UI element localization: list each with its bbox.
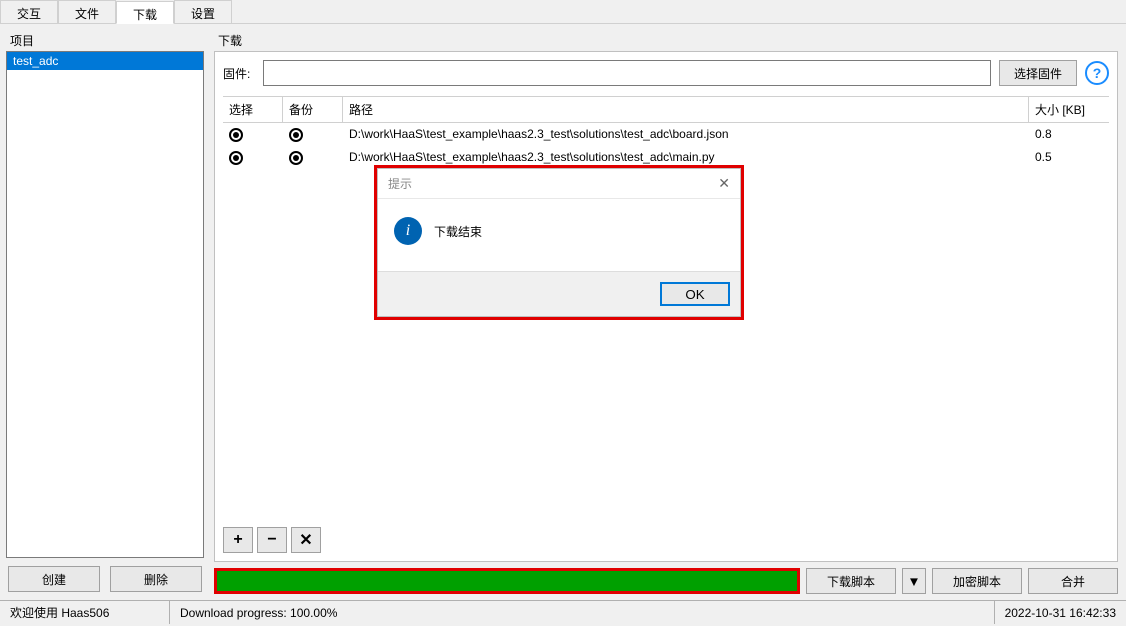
project-item-selected[interactable]: test_adc <box>7 52 203 70</box>
col-header-size: 大小 [KB] <box>1029 97 1109 122</box>
firmware-row: 固件: 选择固件 ? <box>223 60 1109 86</box>
add-file-button[interactable]: + <box>223 527 253 553</box>
col-header-select: 选择 <box>223 97 283 122</box>
select-radio-icon[interactable] <box>229 128 243 142</box>
download-script-dropdown[interactable]: ▼ <box>902 568 926 594</box>
project-buttons: 创建 删除 <box>6 558 204 594</box>
file-toolbar: + − ✕ <box>223 521 1109 553</box>
download-script-button[interactable]: 下载脚本 <box>806 568 896 594</box>
clear-files-button[interactable]: ✕ <box>291 527 321 553</box>
download-panel-label: 下载 <box>214 30 1118 51</box>
close-icon[interactable]: ✕ <box>718 175 730 192</box>
dialog-titlebar: 提示 ✕ <box>378 169 740 199</box>
select-firmware-button[interactable]: 选择固件 <box>999 60 1077 86</box>
create-button[interactable]: 创建 <box>8 566 100 592</box>
ok-button[interactable]: OK <box>660 282 730 306</box>
tab-file[interactable]: 文件 <box>58 0 116 23</box>
file-path: D:\work\HaaS\test_example\haas2.3_test\s… <box>343 123 1029 146</box>
status-progress: Download progress: 100.00% <box>170 601 995 624</box>
project-list[interactable]: test_adc <box>6 51 204 558</box>
dialog-title-text: 提示 <box>388 175 412 192</box>
dialog-highlight-box: 提示 ✕ i 下载结束 OK <box>374 165 744 320</box>
info-icon: i <box>394 217 422 245</box>
col-header-backup: 备份 <box>283 97 343 122</box>
status-bar: 欢迎使用 Haas506 Download progress: 100.00% … <box>0 600 1126 624</box>
file-table-header: 选择 备份 路径 大小 [KB] <box>223 97 1109 123</box>
backup-radio-icon[interactable] <box>289 128 303 142</box>
tab-interact[interactable]: 交互 <box>0 0 58 23</box>
tab-download[interactable]: 下载 <box>116 1 174 24</box>
info-dialog: 提示 ✕ i 下载结束 OK <box>377 168 741 317</box>
firmware-label: 固件: <box>223 65 255 82</box>
project-panel: 项目 test_adc 创建 删除 <box>0 24 210 600</box>
merge-button[interactable]: 合并 <box>1028 568 1118 594</box>
project-panel-label: 项目 <box>6 30 204 51</box>
status-welcome: 欢迎使用 Haas506 <box>0 601 170 624</box>
dialog-body: i 下载结束 <box>378 199 740 271</box>
select-radio-icon[interactable] <box>229 151 243 165</box>
help-icon[interactable]: ? <box>1085 61 1109 85</box>
tab-bar: 交互 文件 下载 设置 <box>0 0 1126 24</box>
action-row: 下载脚本 ▼ 加密脚本 合并 <box>214 562 1118 594</box>
progress-bar <box>214 568 800 594</box>
table-row[interactable]: D:\work\HaaS\test_example\haas2.3_test\s… <box>223 123 1109 146</box>
file-size: 0.5 <box>1029 146 1109 169</box>
tab-settings[interactable]: 设置 <box>174 0 232 23</box>
firmware-input[interactable] <box>263 60 991 86</box>
col-header-path: 路径 <box>343 97 1029 122</box>
file-size: 0.8 <box>1029 123 1109 146</box>
remove-file-button[interactable]: − <box>257 527 287 553</box>
dialog-footer: OK <box>378 271 740 316</box>
dialog-message: 下载结束 <box>434 223 482 240</box>
status-datetime: 2022-10-31 16:42:33 <box>995 601 1126 624</box>
encrypt-script-button[interactable]: 加密脚本 <box>932 568 1022 594</box>
backup-radio-icon[interactable] <box>289 151 303 165</box>
delete-button[interactable]: 删除 <box>110 566 202 592</box>
